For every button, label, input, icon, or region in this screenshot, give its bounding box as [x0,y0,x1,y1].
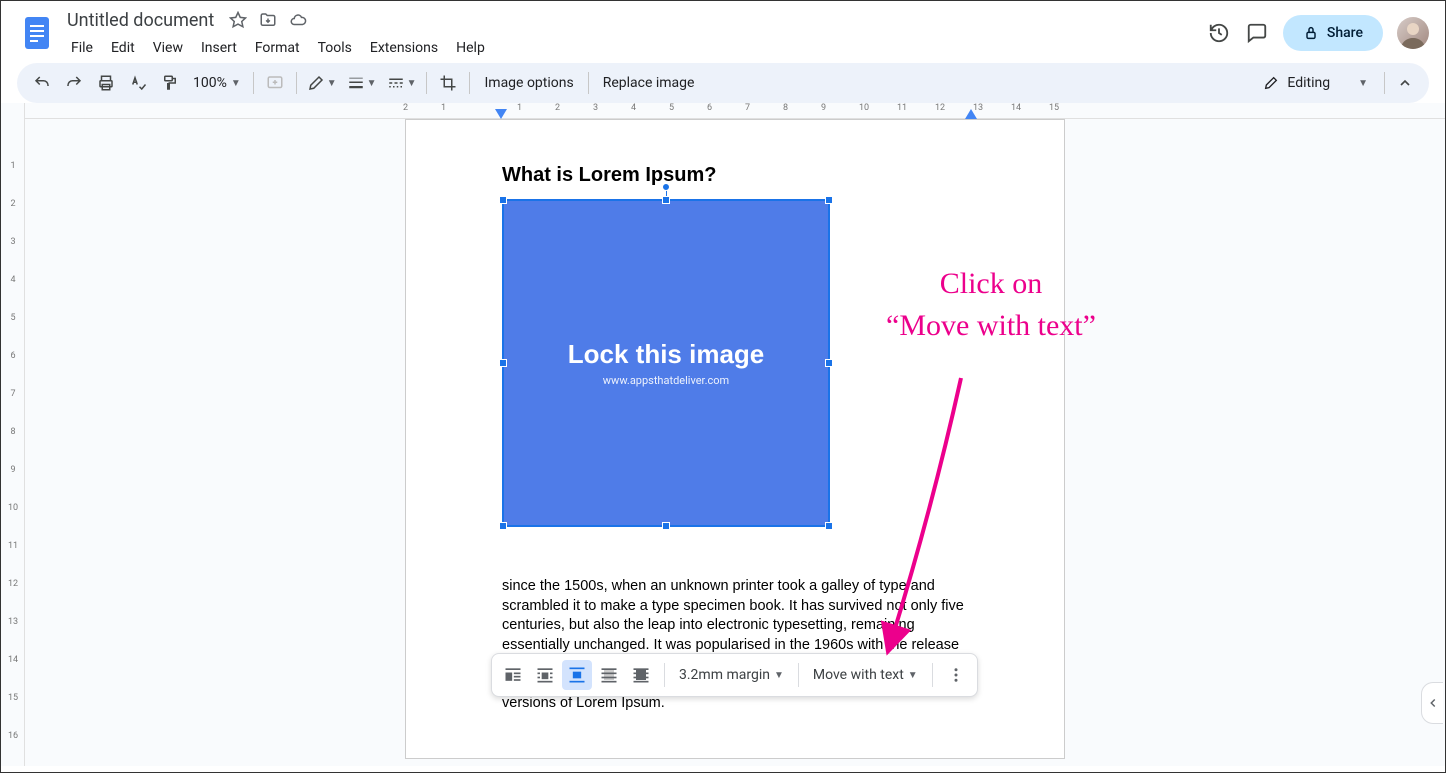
selected-image[interactable]: Lock this image www.appsthatdeliver.com [502,199,830,527]
share-label: Share [1327,25,1363,41]
heading-text[interactable]: What is Lorem Ipsum? [502,164,968,187]
document-title[interactable]: Untitled document [63,10,218,31]
border-dash-icon[interactable]: ▼ [383,68,421,98]
menu-extensions[interactable]: Extensions [362,36,446,60]
collapse-toolbar-icon[interactable] [1391,69,1419,97]
docs-logo-icon[interactable] [17,13,57,53]
separator [426,72,427,94]
menu-help[interactable]: Help [448,36,493,60]
cloud-saved-icon[interactable] [288,10,308,30]
toolbar: 100%▼ ▼ ▼ ▼ Image options Replace image … [17,63,1429,103]
editing-mode-dropdown[interactable]: Editing ▼ [1253,71,1378,95]
separator [1384,72,1385,94]
resize-handle-bm[interactable] [662,522,670,530]
resize-handle-mr[interactable] [825,359,833,367]
wrap-behind-icon[interactable] [594,660,624,690]
header: Untitled document File Edit View Insert … [1,1,1445,63]
separator [932,663,933,687]
menubar: File Edit View Insert Format Tools Exten… [63,36,1207,60]
add-comment-icon[interactable] [260,68,290,98]
menu-format[interactable]: Format [247,36,308,60]
avatar[interactable] [1397,17,1429,49]
menu-edit[interactable]: Edit [103,36,143,60]
resize-handle-bl[interactable] [499,522,507,530]
paint-format-icon[interactable] [155,68,185,98]
history-icon[interactable] [1207,21,1231,45]
separator [798,663,799,687]
separator [296,72,297,94]
title-area: Untitled document File Edit View Insert … [63,7,1207,60]
resize-handle-tr[interactable] [825,196,833,204]
move-to-folder-icon[interactable] [258,10,278,30]
resize-handle-br[interactable] [825,522,833,530]
resize-handle-ml[interactable] [499,359,507,367]
replace-image-button[interactable]: Replace image [595,75,703,91]
zoom-dropdown[interactable]: 100%▼ [187,75,247,91]
share-button[interactable]: Share [1283,15,1383,51]
more-options-icon[interactable] [941,660,971,690]
move-with-text-dropdown[interactable]: Move with text▼ [807,667,924,683]
border-weight-icon[interactable]: ▼ [343,68,381,98]
crop-icon[interactable] [433,68,463,98]
wrap-text-icon[interactable] [530,660,560,690]
horizontal-ruler: 21123456789101112131415 [25,103,1445,119]
side-panel-expand-icon[interactable] [1421,682,1443,724]
menu-insert[interactable]: Insert [193,36,245,60]
wrap-break-icon[interactable] [562,660,592,690]
separator [253,72,254,94]
image-sub-text: www.appsthatdeliver.com [603,374,729,387]
margin-dropdown[interactable]: 3.2mm margin▼ [673,667,790,683]
menu-tools[interactable]: Tools [310,36,360,60]
resize-handle-tm[interactable] [662,196,670,204]
vertical-ruler: 12345678910111213141516 [1,103,25,766]
star-icon[interactable] [228,10,248,30]
separator [664,663,665,687]
border-color-icon[interactable]: ▼ [303,68,341,98]
print-icon[interactable] [91,68,121,98]
image-options-button[interactable]: Image options [476,75,581,91]
zoom-value: 100% [193,75,227,91]
redo-icon[interactable] [59,68,89,98]
menu-file[interactable]: File [63,36,101,60]
separator [588,72,589,94]
rotate-handle[interactable] [662,183,670,191]
header-actions: Share [1207,15,1429,51]
wrap-inline-icon[interactable] [498,660,528,690]
image-main-text: Lock this image [568,339,765,370]
wrap-front-icon[interactable] [626,660,656,690]
comments-icon[interactable] [1245,21,1269,45]
menu-view[interactable]: View [145,36,191,60]
spellcheck-icon[interactable] [123,68,153,98]
editing-label: Editing [1287,75,1330,91]
separator [469,72,470,94]
toolbar-container: 100%▼ ▼ ▼ ▼ Image options Replace image … [1,63,1445,103]
undo-icon[interactable] [27,68,57,98]
resize-handle-tl[interactable] [499,196,507,204]
workspace: 12345678910111213141516 2112345678910111… [1,103,1445,766]
annotation-arrow-icon [871,373,991,663]
